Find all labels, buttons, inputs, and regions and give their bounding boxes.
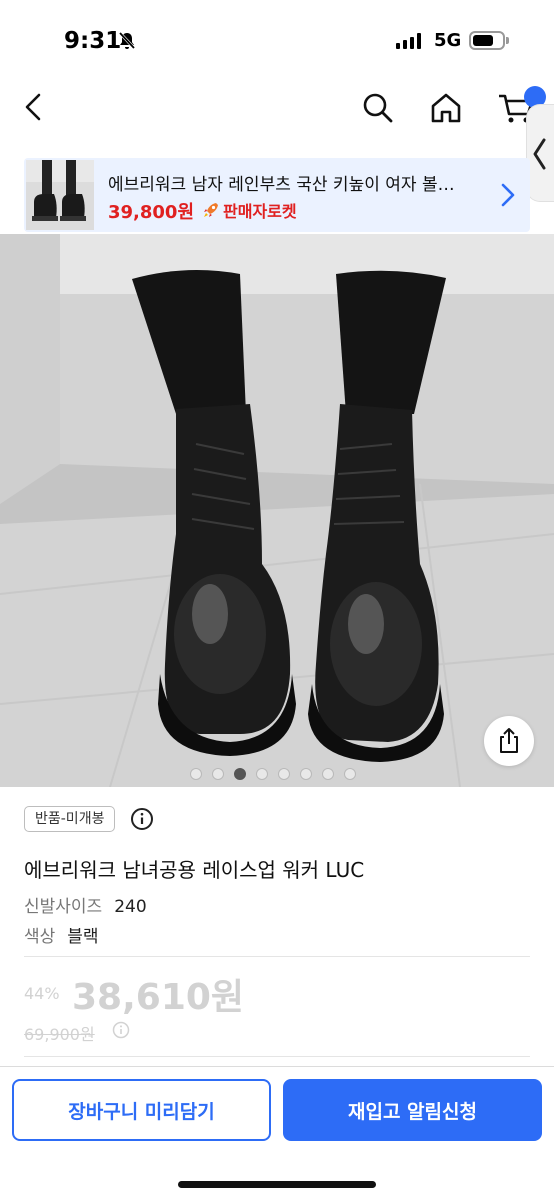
nav-bar: A	[0, 80, 554, 154]
back-arrow-icon[interactable]	[20, 92, 50, 122]
recommended-product-banner[interactable]: 에브리워크 남자 레인부츠 국산 키높이 여자 볼… 39,800원 판매자로켓	[24, 158, 530, 232]
sale-price: 38,610원	[72, 977, 245, 1018]
home-icon[interactable]	[428, 90, 464, 126]
share-icon	[500, 728, 518, 753]
original-price: 69,900원	[24, 1025, 95, 1044]
seller-rocket-badge: 판매자로켓	[202, 198, 297, 222]
discount-rate: 44%	[24, 984, 60, 1003]
rocket-icon	[204, 203, 218, 217]
spec-value: 240	[114, 897, 147, 917]
spec-value: 블랙	[67, 927, 99, 947]
product-image[interactable]	[0, 234, 554, 787]
battery-tip	[506, 37, 509, 44]
pagination-dot[interactable]	[278, 768, 290, 780]
return-status-badge: 반품-미개봉	[24, 806, 116, 832]
recommended-product-price: 39,800원	[108, 202, 195, 223]
divider	[24, 956, 530, 957]
image-pagination	[190, 768, 356, 780]
signal-icon	[396, 33, 421, 49]
chevron-right-icon	[501, 183, 515, 207]
status-bar: 9:31 5G	[0, 0, 554, 80]
chevron-left-icon	[533, 138, 546, 170]
battery-icon	[469, 31, 505, 50]
pagination-dot[interactable]	[322, 768, 334, 780]
seller-rocket-label: 판매자로켓	[223, 202, 297, 221]
spec-row-size: 신발사이즈 240	[24, 892, 147, 917]
spec-label: 색상	[24, 927, 56, 947]
pagination-dot[interactable]	[344, 768, 356, 780]
spec-label: 신발사이즈	[24, 897, 103, 917]
spec-row-color: 색상 블랙	[24, 922, 99, 947]
divider	[24, 1056, 530, 1057]
pagination-dot[interactable]	[300, 768, 312, 780]
info-icon[interactable]	[130, 807, 154, 831]
product-name: 에브리워크 남녀공용 레이스업 워커 LUC	[24, 858, 365, 882]
price-info-icon[interactable]	[112, 1021, 130, 1039]
network-type: 5G	[434, 30, 462, 51]
pagination-dot[interactable]	[190, 768, 202, 780]
status-time: 9:31	[64, 28, 122, 54]
side-drawer-tab[interactable]	[526, 104, 554, 202]
search-icon[interactable]	[360, 90, 396, 126]
add-to-cart-button[interactable]: 장바구니 미리담기	[12, 1079, 271, 1141]
restock-alert-button[interactable]: 재입고 알림신청	[283, 1079, 542, 1141]
pagination-dot[interactable]	[256, 768, 268, 780]
bell-off-icon	[118, 31, 136, 50]
bottom-action-bar: 장바구니 미리담기 재입고 알림신청	[0, 1066, 554, 1200]
share-button[interactable]	[484, 716, 534, 766]
home-indicator	[178, 1181, 376, 1188]
recommended-product-title: 에브리워크 남자 레인부츠 국산 키높이 여자 볼…	[108, 175, 455, 195]
recommended-product-thumbnail	[26, 160, 94, 230]
pagination-dot[interactable]	[212, 768, 224, 780]
pagination-dot[interactable]	[234, 768, 246, 780]
